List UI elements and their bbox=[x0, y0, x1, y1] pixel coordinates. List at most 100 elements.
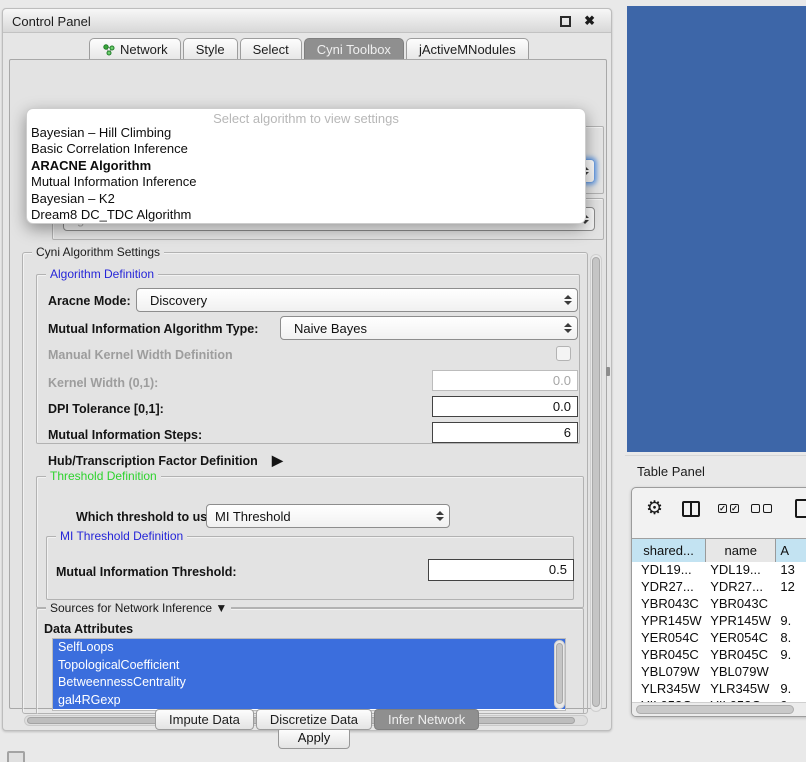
tab-jactivemnodules[interactable]: jActiveMNodules bbox=[406, 38, 529, 60]
tab-label: Select bbox=[253, 42, 289, 57]
aracne-mode-combobox[interactable]: Discovery bbox=[136, 288, 578, 312]
mi-steps-field[interactable]: 6 bbox=[432, 422, 578, 443]
tab-cyni-toolbox[interactable]: Cyni Toolbox bbox=[304, 38, 404, 60]
algorithm-option[interactable]: Mutual Information Inference bbox=[27, 174, 585, 190]
new-column-icon[interactable] bbox=[795, 499, 806, 518]
split-pane-handle[interactable] bbox=[606, 367, 610, 376]
table-cell: YDL19... bbox=[706, 562, 776, 579]
table-row[interactable]: YDL19...YDL19...13 bbox=[632, 562, 806, 579]
deselect-all-checks-icon[interactable] bbox=[751, 504, 772, 513]
tab-label: jActiveMNodules bbox=[419, 42, 516, 57]
mi-type-combobox[interactable]: Naive Bayes bbox=[280, 316, 578, 340]
threshold-definition-title: Threshold Definition bbox=[46, 469, 161, 483]
table-cell: 9. bbox=[776, 613, 806, 630]
settings-gear-icon[interactable]: ⚙ bbox=[646, 497, 663, 520]
select-all-checks-icon[interactable]: ✓✓ bbox=[718, 504, 739, 513]
bottom-tab-discretize-data[interactable]: Discretize Data bbox=[256, 709, 372, 730]
table-cell: 8. bbox=[776, 630, 806, 647]
table-horizontal-scrollbar[interactable] bbox=[632, 702, 806, 716]
table-body: YDL19...YDL19...13YDR27...YDR27...12YBR0… bbox=[632, 562, 806, 702]
settings-box-title: Cyni Algorithm Settings bbox=[32, 245, 164, 259]
algorithm-option[interactable]: Basic Correlation Inference bbox=[27, 141, 585, 157]
panel-divider bbox=[625, 455, 806, 456]
mi-threshold-field[interactable]: 0.5 bbox=[428, 559, 574, 581]
table-cell: YDR27... bbox=[706, 579, 776, 596]
aracne-mode-label: Aracne Mode: bbox=[48, 294, 131, 308]
attributes-list-scrollbar[interactable] bbox=[554, 640, 565, 709]
table-cell bbox=[776, 596, 806, 613]
table-row[interactable]: YDR27...YDR27...12 bbox=[632, 579, 806, 596]
column-header[interactable]: name bbox=[706, 539, 776, 563]
bottom-tabs: Impute DataDiscretize DataInfer Network bbox=[155, 709, 481, 730]
table-header: shared...nameA bbox=[632, 538, 806, 562]
manual-kernel-label: Manual Kernel Width Definition bbox=[48, 348, 233, 362]
scrollbar-thumb[interactable] bbox=[592, 257, 600, 707]
tab-select[interactable]: Select bbox=[240, 38, 302, 60]
scrollbar-thumb[interactable] bbox=[636, 705, 794, 714]
attribute-item[interactable]: BetweennessCentrality bbox=[53, 674, 565, 692]
docked-panel-icon[interactable] bbox=[7, 751, 25, 762]
tab-style[interactable]: Style bbox=[183, 38, 238, 60]
cyni-toolbox-pane: galFiltered.sif default node Select algo… bbox=[9, 59, 607, 709]
table-cell: YBR043C bbox=[706, 596, 776, 613]
split-columns-icon[interactable] bbox=[682, 501, 700, 517]
algorithm-option[interactable]: Dream8 DC_TDC Algorithm bbox=[27, 207, 585, 223]
kernel-width-field[interactable]: 0.0 bbox=[432, 370, 578, 391]
tab-network[interactable]: Network bbox=[89, 38, 181, 60]
tab-label: Style bbox=[196, 42, 225, 57]
aracne-mode-value: Discovery bbox=[137, 293, 559, 308]
kernel-width-label: Kernel Width (0,1): bbox=[48, 376, 158, 390]
expand-arrow-icon[interactable]: ▶ bbox=[272, 452, 283, 469]
manual-kernel-checkbox[interactable] bbox=[556, 346, 571, 361]
algorithm-dropdown-popup: Select algorithm to view settings Bayesi… bbox=[26, 108, 586, 224]
which-threshold-value: MI Threshold bbox=[207, 509, 431, 524]
tab-label: Cyni Toolbox bbox=[317, 42, 391, 57]
table-cell: YDL19... bbox=[632, 562, 706, 579]
table-row[interactable]: YBR045CYBR045C9. bbox=[632, 647, 806, 664]
mi-steps-label: Mutual Information Steps: bbox=[48, 428, 202, 442]
table-row[interactable]: YBL079WYBL079W bbox=[632, 664, 806, 681]
apply-button[interactable]: Apply bbox=[278, 727, 350, 749]
data-attributes-list[interactable]: SelfLoopsTopologicalCoefficientBetweenne… bbox=[52, 638, 566, 711]
sources-title: Sources for Network Inference ▼ bbox=[46, 601, 231, 615]
hub-section-label[interactable]: Hub/Transcription Factor Definition bbox=[48, 454, 258, 468]
table-cell: YBR043C bbox=[632, 596, 706, 613]
scrollbar-thumb[interactable] bbox=[556, 643, 563, 704]
bottom-tab-impute-data[interactable]: Impute Data bbox=[155, 709, 254, 730]
data-attributes-label: Data Attributes bbox=[44, 622, 133, 636]
table-row[interactable]: YBR043CYBR043C bbox=[632, 596, 806, 613]
bottom-tab-infer-network[interactable]: Infer Network bbox=[374, 709, 479, 730]
column-header[interactable]: shared... bbox=[632, 539, 706, 563]
table-row[interactable]: YER054CYER054C8. bbox=[632, 630, 806, 647]
attribute-item[interactable]: TopologicalCoefficient bbox=[53, 657, 565, 675]
mi-type-value: Naive Bayes bbox=[281, 321, 559, 336]
attribute-item[interactable]: gal4RGexp bbox=[53, 692, 565, 710]
algorithm-option[interactable]: ARACNE Algorithm bbox=[27, 158, 585, 174]
algorithm-option[interactable]: Bayesian – Hill Climbing bbox=[27, 125, 585, 141]
float-window-icon[interactable] bbox=[560, 16, 571, 27]
control-panel-titlebar[interactable]: Control Panel ✖ bbox=[3, 9, 611, 33]
table-cell: 12 bbox=[776, 579, 806, 596]
table-row[interactable]: YLR345WYLR345W9. bbox=[632, 681, 806, 698]
column-header[interactable]: A bbox=[776, 539, 806, 563]
table-panel-title: Table Panel bbox=[637, 464, 705, 479]
dropdown-prompt: Select algorithm to view settings bbox=[27, 109, 585, 125]
close-icon[interactable]: ✖ bbox=[584, 13, 595, 29]
algorithm-option[interactable]: Bayesian – K2 bbox=[27, 191, 585, 207]
control-panel-window: Control Panel ✖ Network Style Select Cyni T… bbox=[2, 8, 612, 731]
dropdown-items: Bayesian – Hill ClimbingBasic Correlatio… bbox=[27, 125, 585, 223]
which-threshold-combobox[interactable]: MI Threshold bbox=[206, 504, 450, 528]
table-cell: YBR045C bbox=[632, 647, 706, 664]
settings-vertical-scrollbar[interactable] bbox=[590, 254, 602, 712]
table-cell: 13 bbox=[776, 562, 806, 579]
attribute-item[interactable]: SelfLoops bbox=[53, 639, 565, 657]
which-threshold-label: Which threshold to use: bbox=[76, 510, 218, 524]
table-panel-window: ⚙ ✓✓ shared...nameA YDL19...YDL19...13YD… bbox=[631, 487, 806, 717]
network-icon bbox=[102, 43, 115, 56]
table-row[interactable]: YPR145WYPR145W9. bbox=[632, 613, 806, 630]
dpi-tolerance-label: DPI Tolerance [0,1]: bbox=[48, 402, 164, 416]
table-cell: YLR345W bbox=[632, 681, 706, 698]
table-cell: 9. bbox=[776, 681, 806, 698]
table-cell: YDR27... bbox=[632, 579, 706, 596]
dpi-tolerance-field[interactable]: 0.0 bbox=[432, 396, 578, 417]
